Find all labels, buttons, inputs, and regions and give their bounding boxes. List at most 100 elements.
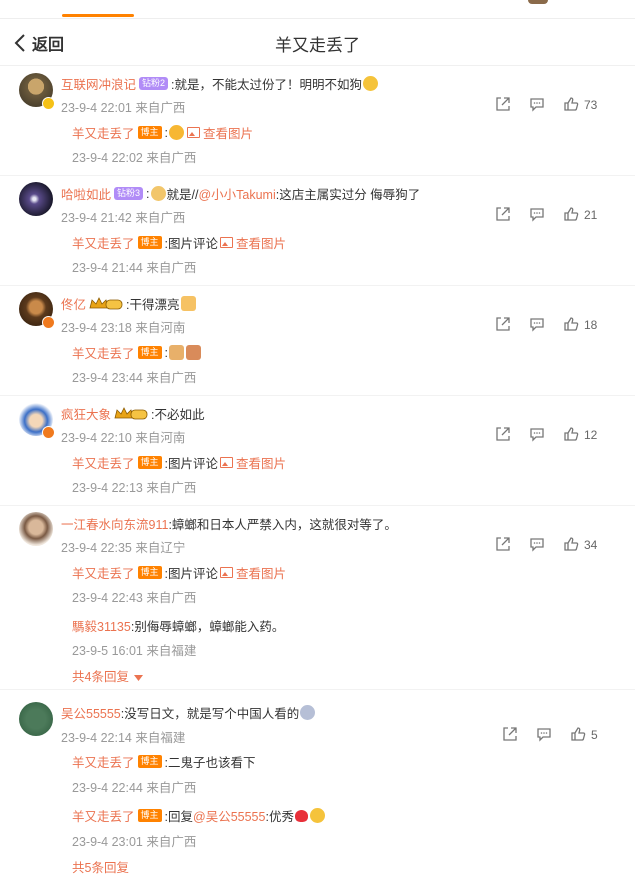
blogger-badge: 博主 xyxy=(137,755,162,768)
people-emoji-icon xyxy=(186,345,202,360)
avatar[interactable] xyxy=(19,512,53,546)
more-replies-label: 共5条回复 xyxy=(72,861,129,875)
like-count: 5 xyxy=(591,728,598,742)
blogger-badge: 博主 xyxy=(137,126,162,139)
laugh-emoji-icon xyxy=(309,808,325,823)
comment-icon[interactable] xyxy=(536,726,552,742)
mention-link[interactable]: @吴公55555 xyxy=(193,806,265,825)
reply-meta: 23-9-4 23:44 来自广西 xyxy=(72,371,197,385)
comment-icon[interactable] xyxy=(529,316,545,332)
comment-username[interactable]: 哈啦如此 xyxy=(61,184,111,203)
like-icon[interactable] xyxy=(563,316,579,332)
comment-actions: 12 xyxy=(495,426,635,444)
active-tab-indicator xyxy=(62,14,134,17)
comment-icon[interactable] xyxy=(529,536,545,552)
view-image-link[interactable]: 查看图片 xyxy=(236,563,286,582)
view-image-link[interactable]: 查看图片 xyxy=(203,123,253,142)
view-image-link[interactable]: 查看图片 xyxy=(236,233,286,252)
mention-link[interactable]: @小小Takumi xyxy=(198,184,275,203)
comment-meta: 23-9-4 22:01 来自广西 xyxy=(61,101,186,115)
comment-item: 佟亿 :干得漂亮 23-9-4 23:18 来自河南 18 羊又走丢了 博主 :… xyxy=(0,286,635,396)
like-icon[interactable] xyxy=(563,96,579,112)
comment-text: :没写日文，就是写个中国人看的 xyxy=(120,707,300,721)
comment-meta: 23-9-4 22:35 来自辽宁 xyxy=(61,541,186,555)
reply-text: :图片评论 xyxy=(164,457,219,471)
comment-username[interactable]: 佟亿 xyxy=(61,294,86,313)
comment-meta: 23-9-4 23:18 来自河南 xyxy=(61,321,186,335)
image-icon xyxy=(220,237,234,248)
share-icon[interactable] xyxy=(502,726,518,742)
share-icon[interactable] xyxy=(495,96,511,112)
comment-item: 疯狂大象 :不必如此 23-9-4 22:10 来自河南 12 羊又走丢了 博主… xyxy=(0,396,635,506)
verified-badge xyxy=(42,316,55,329)
reply-username[interactable]: 騳毅31135 xyxy=(72,616,131,635)
reply-meta: 23-9-5 16:01 来自福建 xyxy=(72,644,197,658)
comment-icon[interactable] xyxy=(529,96,545,112)
comment-text: : xyxy=(146,186,150,201)
comment-item: 哈啦如此 钻粉3 : 就是// @小小Takumi :这店主属实过分 侮辱狗了 … xyxy=(0,176,635,286)
comment-meta: 23-9-4 21:42 来自广西 xyxy=(61,211,186,225)
like-count: 18 xyxy=(584,318,598,332)
caret-down-icon xyxy=(134,674,144,681)
avatar[interactable] xyxy=(19,702,53,736)
reply-username[interactable]: 羊又走丢了 xyxy=(72,343,135,362)
reply-block: 羊又走丢了 博主 : 23-9-4 23:44 来自广西 xyxy=(61,338,635,388)
more-replies-label: 共4条回复 xyxy=(72,670,129,684)
like-count: 12 xyxy=(584,428,598,442)
comment-icon[interactable] xyxy=(529,426,545,442)
view-image-link[interactable]: 查看图片 xyxy=(236,453,286,472)
reply-username[interactable]: 羊又走丢了 xyxy=(72,806,135,825)
comment-username[interactable]: 吴公55555 xyxy=(61,703,121,722)
share-icon[interactable] xyxy=(495,316,511,332)
blogger-badge: 博主 xyxy=(137,566,162,579)
reply-block: 羊又走丢了 博主 :二鬼子也该看下 23-9-4 22:44 来自广西 羊又走丢… xyxy=(61,747,635,875)
reply-meta: 23-9-4 22:43 来自广西 xyxy=(72,591,197,605)
top-tab-strip xyxy=(0,0,635,19)
blogger-badge: 博主 xyxy=(137,809,162,822)
comment-text: :不必如此 xyxy=(151,408,205,422)
share-icon[interactable] xyxy=(495,536,511,552)
more-replies-link[interactable]: 共5条回复 xyxy=(72,857,129,876)
blogger-badge: 博主 xyxy=(137,236,162,249)
comment-username[interactable]: 互联网冲浪记 xyxy=(61,74,136,93)
reply-meta: 23-9-4 22:02 来自广西 xyxy=(72,151,197,165)
avatar[interactable] xyxy=(19,182,53,216)
share-icon[interactable] xyxy=(495,206,511,222)
reply-text: :回复 xyxy=(164,810,194,824)
comment-text: :蟑螂和日本人严禁入内，这就很对等了。 xyxy=(168,518,397,532)
comment-icon[interactable] xyxy=(529,206,545,222)
comment-username[interactable]: 一江春水向东流911 xyxy=(61,514,168,533)
comment-actions: 73 xyxy=(495,96,635,114)
reply-block: 羊又走丢了 博主 :图片评论 查看图片 23-9-4 22:43 来自广西 騳毅… xyxy=(61,558,635,685)
reply-username[interactable]: 羊又走丢了 xyxy=(72,123,135,142)
comment-username[interactable]: 疯狂大象 xyxy=(61,404,111,423)
reply-block: 羊又走丢了 博主 : 查看图片 23-9-4 22:02 来自广西 xyxy=(61,118,635,168)
reply-text: : xyxy=(164,345,169,360)
like-icon[interactable] xyxy=(563,426,579,442)
smile-emoji-icon xyxy=(169,125,185,140)
page-header: 返回 羊又走丢了 xyxy=(0,19,635,66)
more-replies-link[interactable]: 共4条回复 xyxy=(72,666,144,685)
comment-actions: 5 xyxy=(502,726,635,744)
image-icon xyxy=(187,127,201,138)
comment-meta: 23-9-4 22:10 来自河南 xyxy=(61,431,186,445)
reply-username[interactable]: 羊又走丢了 xyxy=(72,563,135,582)
reply-text: : xyxy=(164,125,169,140)
dog-emoji-icon xyxy=(169,345,185,360)
like-icon[interactable] xyxy=(570,726,586,742)
blogger-badge: 博主 xyxy=(137,346,162,359)
reply-username[interactable]: 羊又走丢了 xyxy=(72,453,135,472)
reply-username[interactable]: 羊又走丢了 xyxy=(72,752,135,771)
reply-text: :图片评论 xyxy=(164,567,219,581)
reply-block: 羊又走丢了 博主 :图片评论 查看图片 23-9-4 22:13 来自广西 xyxy=(61,448,635,498)
like-count: 21 xyxy=(584,208,598,222)
reply-meta: 23-9-4 23:01 来自广西 xyxy=(72,835,197,849)
reply-username[interactable]: 羊又走丢了 xyxy=(72,233,135,252)
top-avatar[interactable] xyxy=(528,0,548,4)
like-count: 34 xyxy=(584,538,598,552)
reply-text: :优秀 xyxy=(265,810,294,824)
like-icon[interactable] xyxy=(563,206,579,222)
share-icon[interactable] xyxy=(495,426,511,442)
like-icon[interactable] xyxy=(563,536,579,552)
comment-meta: 23-9-4 22:14 来自福建 xyxy=(61,731,186,745)
